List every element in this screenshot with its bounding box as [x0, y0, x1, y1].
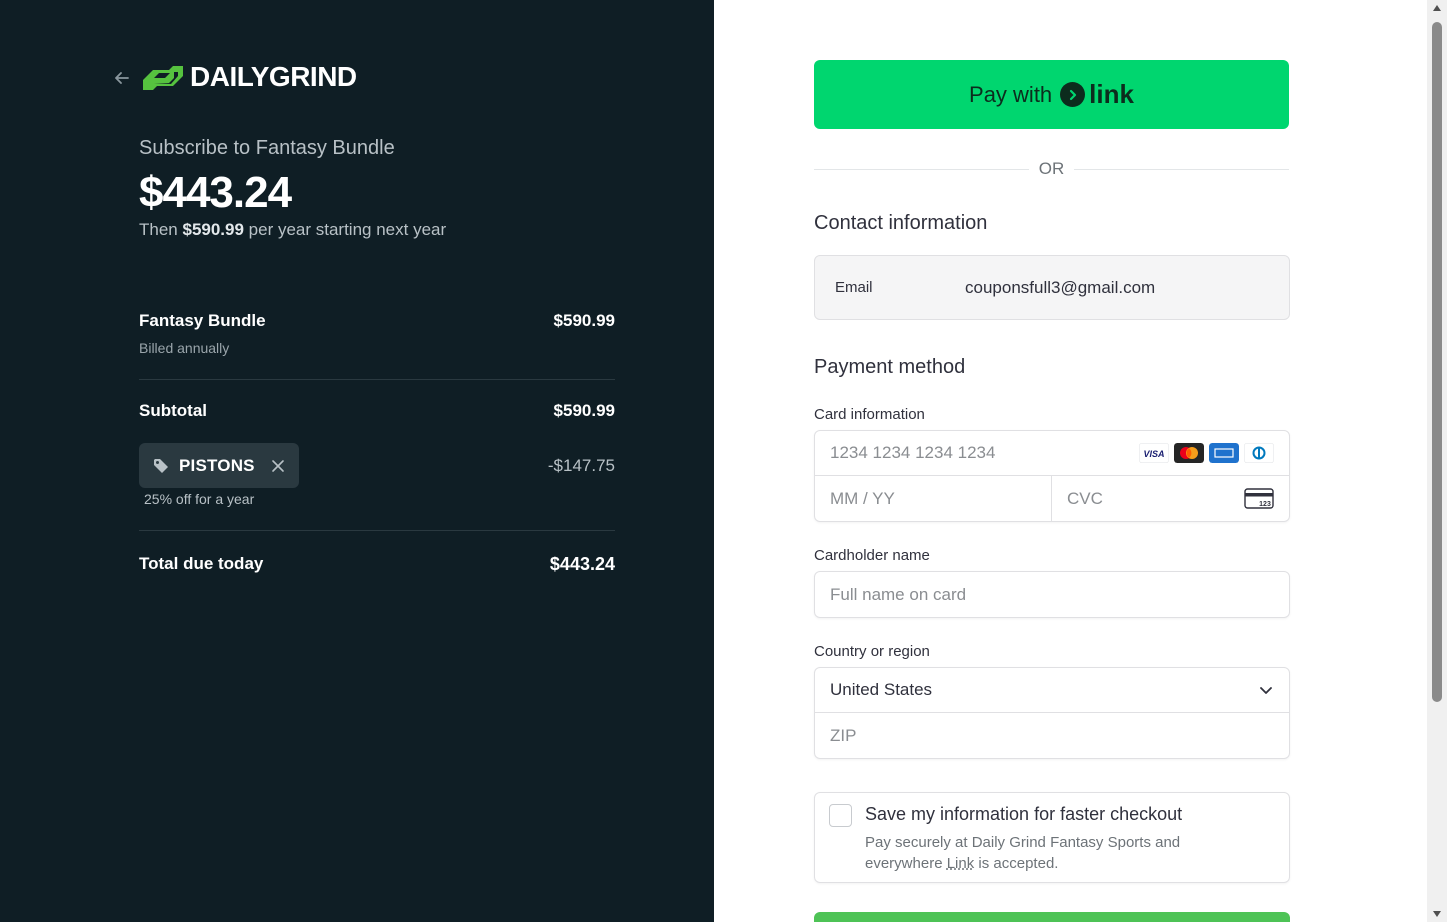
- product-price: $590.99: [553, 311, 615, 330]
- save-desc-text-end: is accepted.: [974, 855, 1059, 872]
- subscribe-label: Subscribe to Fantasy Bundle: [139, 137, 395, 159]
- email-value: couponsfull3@gmail.com: [965, 277, 1156, 297]
- scrollbar-thumb[interactable]: [1432, 22, 1442, 702]
- total-label: Total due today: [139, 554, 264, 573]
- card-info-label: Card information: [814, 406, 925, 423]
- cvc-icon-text: 123: [1259, 501, 1271, 508]
- payment-heading: Payment method: [814, 356, 966, 378]
- dailygrind-logo-icon: [143, 66, 183, 90]
- brand-name: DAILYGRIND: [190, 61, 357, 92]
- renewal-note: Then $590.99 per year starting next year: [139, 220, 446, 240]
- discount-note: 25% off for a year: [144, 491, 255, 507]
- save-info-description: Pay securely at Daily Grind Fantasy Spor…: [865, 832, 1245, 874]
- expiry-input[interactable]: MM / YY: [815, 476, 1052, 521]
- cvc-input[interactable]: CVC 123: [1052, 476, 1289, 521]
- discount-value: -$147.75: [547, 456, 615, 475]
- pay-with-link-button[interactable]: Pay with link: [814, 60, 1289, 129]
- order-summary-panel: DAILYGRIND Subscribe to Fantasy Bundle $…: [0, 0, 714, 922]
- cvc-placeholder: CVC: [1067, 488, 1103, 508]
- divider: [139, 530, 615, 531]
- back-arrow-icon[interactable]: [112, 68, 132, 88]
- zip-input[interactable]: ZIP: [815, 713, 1289, 758]
- contact-heading: Contact information: [814, 212, 988, 234]
- renewal-suffix: per year starting next year: [243, 220, 447, 239]
- cardholder-placeholder: Full name on card: [830, 584, 967, 604]
- cardholder-label: Cardholder name: [814, 547, 930, 564]
- country-value: United States: [830, 680, 933, 699]
- brand-logo[interactable]: DAILYGRIND: [139, 58, 357, 96]
- divider: [139, 379, 615, 380]
- amex-icon: [1209, 443, 1239, 463]
- billing-address-group: United States ZIP: [814, 667, 1290, 759]
- price-today: $443.24: [139, 168, 292, 217]
- link-arrow-icon: [1060, 82, 1086, 107]
- zip-placeholder: ZIP: [830, 725, 857, 745]
- chevron-down-icon: [1260, 687, 1272, 694]
- subtotal-row: Subtotal $590.99: [139, 401, 615, 421]
- email-label: Email: [835, 279, 873, 296]
- product-name: Fantasy Bundle: [139, 311, 266, 330]
- checkout-form-panel: Pay with link OR Contact information Ema…: [714, 0, 1427, 922]
- subtotal-label: Subtotal: [139, 401, 207, 420]
- email-field[interactable]: Email couponsfull3@gmail.com: [814, 255, 1290, 320]
- card-information-group: 1234 1234 1234 1234 VISA MM / YY CVC 123: [814, 430, 1290, 522]
- link-pay-prefix: Pay with: [969, 81, 1053, 107]
- line-item-product: Fantasy Bundle $590.99: [139, 311, 615, 331]
- renewal-prefix: Then: [139, 220, 183, 239]
- save-info-option: Save my information for faster checkout …: [814, 792, 1290, 883]
- scroll-up-icon[interactable]: [1432, 4, 1442, 12]
- billing-period: Billed annually: [139, 340, 230, 356]
- card-brands: VISA: [1139, 443, 1274, 463]
- save-info-checkbox[interactable]: [829, 804, 852, 827]
- scroll-down-icon[interactable]: [1432, 910, 1442, 918]
- renewal-amount: $590.99: [182, 220, 244, 239]
- visa-text: VISA: [1143, 449, 1164, 459]
- card-number-input[interactable]: 1234 1234 1234 1234 VISA: [815, 431, 1289, 476]
- country-select[interactable]: United States: [815, 668, 1289, 713]
- diners-icon: [1244, 443, 1274, 463]
- mastercard-icon: [1174, 443, 1204, 463]
- tag-icon: [154, 458, 168, 473]
- remove-promo-icon[interactable]: [271, 459, 285, 473]
- page-scrollbar[interactable]: [1427, 0, 1447, 922]
- promo-code-chip: PISTONS: [139, 443, 299, 488]
- expiry-placeholder: MM / YY: [830, 488, 895, 508]
- cvc-card-icon: 123: [1244, 487, 1274, 509]
- card-number-placeholder: 1234 1234 1234 1234: [830, 443, 996, 462]
- country-label: Country or region: [814, 643, 930, 660]
- cardholder-name-input[interactable]: Full name on card: [814, 571, 1290, 618]
- link-info-link[interactable]: Link: [947, 855, 975, 872]
- save-info-title: Save my information for faster checkout: [865, 804, 1183, 824]
- total-value: $443.24: [549, 554, 615, 574]
- subtotal-value: $590.99: [553, 401, 615, 420]
- visa-icon: VISA: [1139, 443, 1169, 463]
- or-text: OR: [1029, 159, 1074, 179]
- subscribe-button[interactable]: [814, 912, 1290, 922]
- promo-code: PISTONS: [179, 455, 255, 475]
- total-row: Total due today $443.24: [139, 554, 615, 575]
- link-wordmark: link: [1089, 79, 1134, 109]
